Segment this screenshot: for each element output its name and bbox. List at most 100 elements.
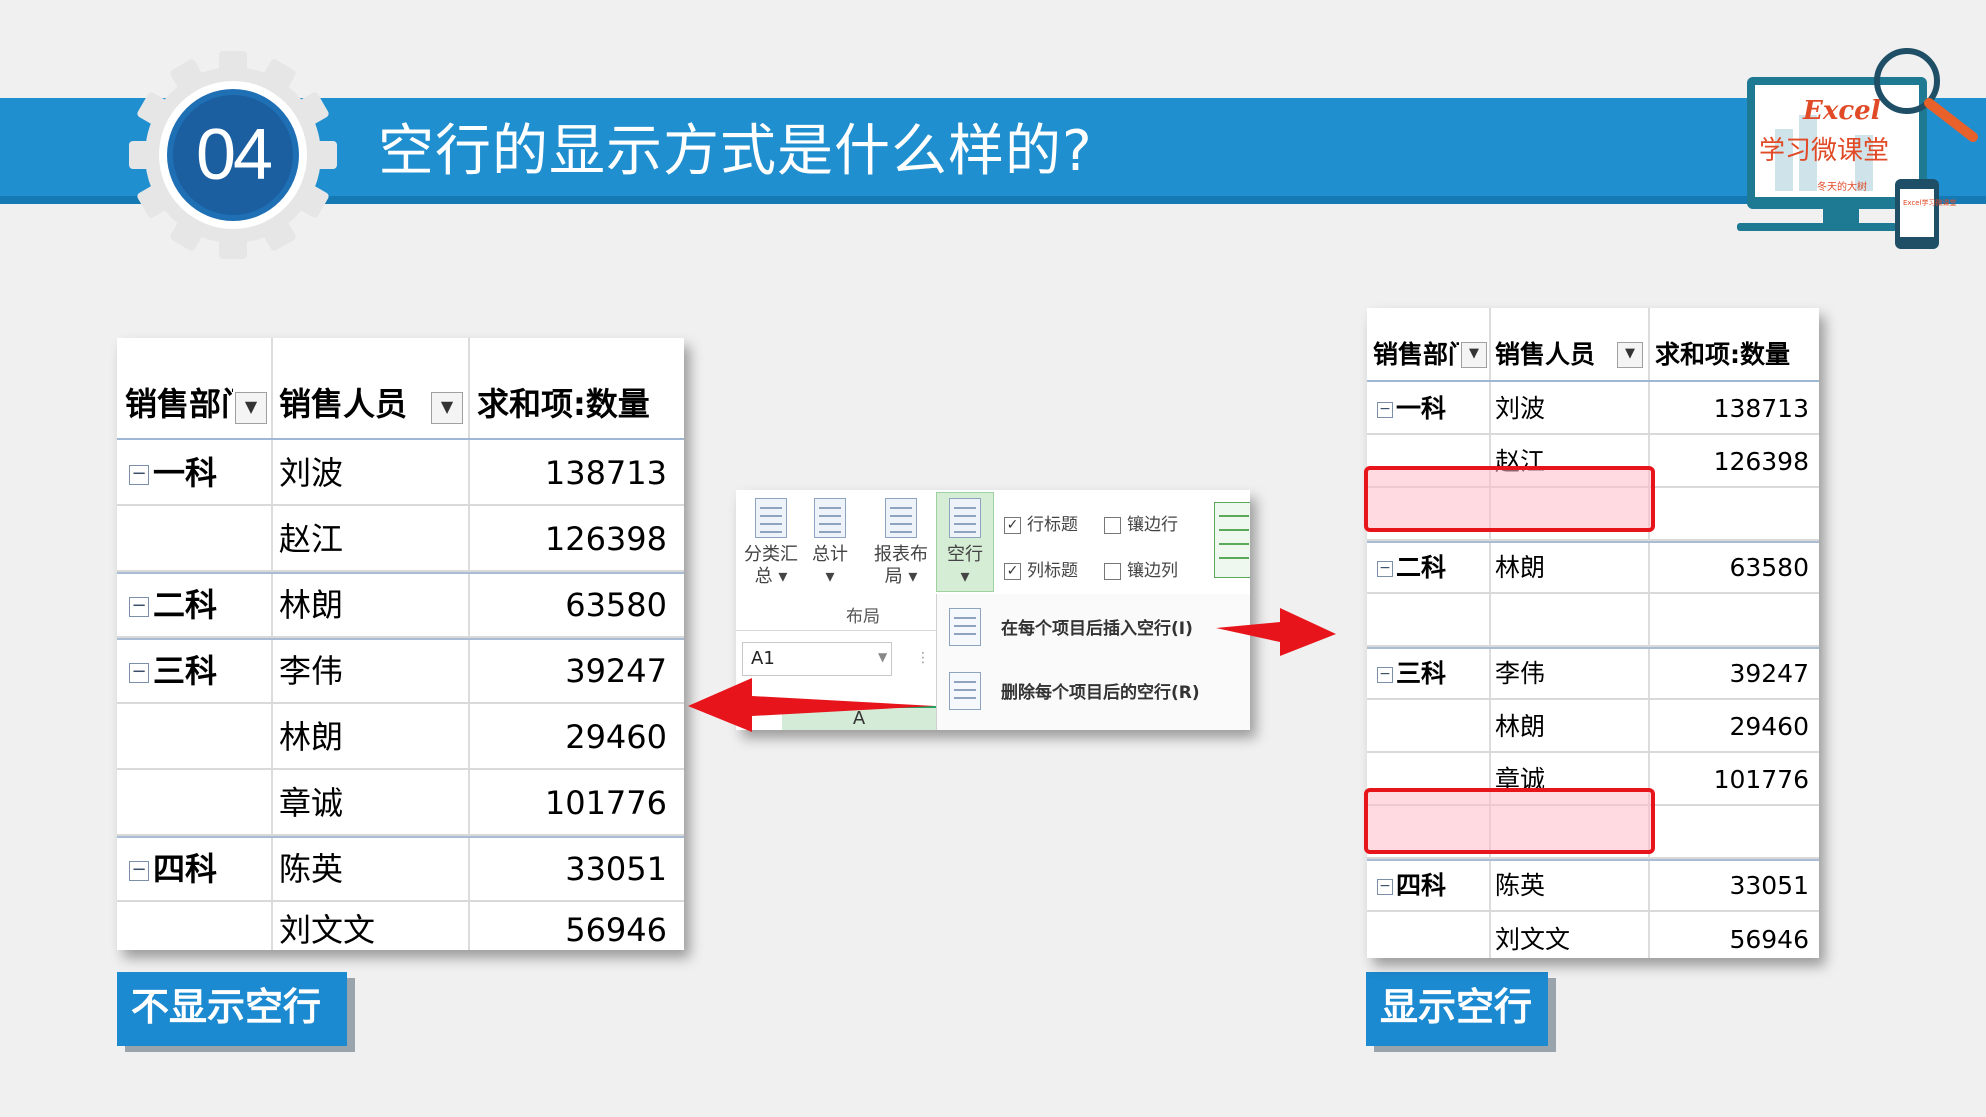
qty-cell[interactable]: 138713 — [1657, 382, 1809, 433]
dept-cell[interactable]: − 三科 — [1377, 649, 1487, 698]
qty-cell[interactable]: 33051 — [477, 838, 667, 900]
person-cell[interactable]: 陈英 — [1495, 861, 1645, 910]
remove-blank-line-icon — [949, 672, 981, 710]
person-cell[interactable]: 陈英 — [279, 838, 459, 900]
dept-cell[interactable] — [129, 704, 269, 768]
person-cell[interactable]: 林朗 — [1495, 543, 1645, 592]
row-headers-checkbox[interactable]: ✓ 行标题 — [1004, 510, 1078, 535]
person-cell[interactable]: 林朗 — [279, 704, 459, 768]
dept-cell[interactable]: − 四科 — [1377, 861, 1487, 910]
collapse-icon[interactable]: − — [1377, 561, 1393, 577]
dept-cell[interactable]: − 四科 — [129, 838, 269, 900]
qty-cell[interactable]: 101776 — [1657, 753, 1809, 804]
qty-cell[interactable]: 126398 — [1657, 435, 1809, 486]
person-filter-button[interactable]: ▼ — [1617, 342, 1643, 368]
blank-rows-icon — [949, 498, 981, 538]
header-qty: 求和项:数量 — [1655, 340, 1790, 369]
qty-cell[interactable] — [1657, 488, 1809, 539]
qty-cell[interactable] — [1657, 594, 1809, 645]
person-filter-button[interactable]: ▼ — [431, 392, 463, 424]
qty-cell[interactable]: 63580 — [1657, 543, 1809, 592]
person-cell[interactable]: 刘文文 — [279, 902, 459, 950]
table-row: − 四科 陈英 33051 — [117, 836, 684, 902]
table-header: 销售部门 ▼ 销售人员 ▼ 求和项:数量 — [117, 368, 684, 440]
header-person: 销售人员 — [279, 385, 408, 423]
person-cell[interactable]: 李伟 — [1495, 649, 1645, 698]
person-cell[interactable]: 刘波 — [279, 440, 459, 504]
person-cell[interactable]: 刘文文 — [1495, 912, 1645, 958]
checkbox-empty-icon — [1104, 516, 1121, 534]
dept-cell[interactable]: − 一科 — [1377, 382, 1487, 433]
table-row: − 二科 林朗 63580 — [117, 572, 684, 638]
column-header-a[interactable]: A — [782, 706, 936, 730]
person-cell[interactable]: 林朗 — [279, 574, 459, 636]
grand-totals-button[interactable]: 总计 ▾ — [802, 498, 858, 588]
grand-totals-label: 总计 — [812, 544, 848, 565]
table-row: 刘文文 56946 — [117, 902, 684, 950]
banded-rows-checkbox[interactable]: 镶边行 — [1104, 510, 1178, 535]
qty-cell[interactable]: 39247 — [477, 640, 667, 702]
qty-cell[interactable]: 101776 — [477, 770, 667, 834]
excel-logo: Excel 学习微课堂 冬天的大树 Excel学习微课堂 — [1735, 45, 1985, 255]
table-row: − 一科 刘波 138713 — [1367, 382, 1819, 435]
qty-cell[interactable]: 29460 — [477, 704, 667, 768]
dept-cell[interactable] — [1377, 912, 1487, 958]
person-cell[interactable]: 刘波 — [1495, 382, 1645, 433]
blank-row-highlight — [1364, 466, 1655, 532]
collapse-icon[interactable]: − — [129, 861, 149, 881]
dept-cell[interactable] — [129, 770, 269, 834]
person-cell[interactable]: 赵江 — [279, 506, 459, 570]
report-layout-icon — [885, 498, 917, 538]
header-person: 销售人员 — [1495, 340, 1596, 369]
collapse-icon[interactable]: − — [1377, 667, 1393, 683]
report-layout-button[interactable]: 报表布 局 ▾ — [868, 498, 934, 588]
dept-filter-button[interactable]: ▼ — [1461, 342, 1487, 368]
table-header: 销售部门 ▼ 销售人员 ▼ 求和项:数量 — [1367, 328, 1819, 382]
qty-cell[interactable]: 29460 — [1657, 700, 1809, 751]
qty-cell[interactable]: 126398 — [477, 506, 667, 570]
table-row: − 三科 李伟 39247 — [1367, 647, 1819, 700]
pivot-style-thumbnail[interactable] — [1214, 502, 1250, 578]
logo-text-sub: 冬天的大树 — [1817, 180, 1867, 193]
dept-cell[interactable]: − 二科 — [1377, 543, 1487, 592]
banded-columns-checkbox[interactable]: 镶边列 — [1104, 556, 1178, 581]
collapse-icon[interactable]: − — [1377, 879, 1393, 895]
table-row: − 二科 林朗 63580 — [1367, 541, 1819, 594]
qty-cell[interactable]: 56946 — [1657, 912, 1809, 958]
collapse-icon[interactable]: − — [129, 663, 149, 683]
collapse-icon[interactable]: − — [1377, 402, 1393, 418]
dept-cell[interactable]: − 二科 — [129, 574, 269, 636]
column-headers-checkbox[interactable]: ✓ 列标题 — [1004, 556, 1078, 581]
layout-group-label: 布局 — [846, 607, 880, 627]
collapse-icon[interactable]: − — [129, 597, 149, 617]
checkmark-icon: ✓ — [1004, 516, 1021, 534]
qty-cell[interactable]: 33051 — [1657, 861, 1809, 910]
qty-cell[interactable]: 39247 — [1657, 649, 1809, 698]
qty-cell[interactable]: 63580 — [477, 574, 667, 636]
dept-cell[interactable] — [129, 506, 269, 570]
person-cell[interactable] — [1495, 594, 1645, 645]
ribbon-separator — [736, 630, 936, 631]
qty-cell[interactable] — [1657, 806, 1809, 857]
table-row: 刘文文 56946 — [1367, 912, 1819, 958]
name-box[interactable]: A1 — [742, 642, 892, 676]
dept-cell[interactable] — [129, 902, 269, 950]
dept-cell[interactable] — [1377, 700, 1487, 751]
collapse-icon[interactable]: − — [129, 465, 149, 485]
dept-filter-button[interactable]: ▼ — [235, 392, 267, 424]
person-cell[interactable]: 林朗 — [1495, 700, 1645, 751]
person-cell[interactable]: 李伟 — [279, 640, 459, 702]
table-row: − 一科 刘波 138713 — [117, 440, 684, 506]
dept-cell[interactable]: − 三科 — [129, 640, 269, 702]
dept-cell[interactable]: − 一科 — [129, 440, 269, 504]
menu-item-insert-blank-line[interactable]: 在每个项目后插入空行(I) — [937, 594, 1250, 658]
blank-rows-dropdown-icon: ▾ — [960, 566, 970, 587]
blank-rows-button[interactable]: 空行 ▾ — [936, 498, 994, 588]
menu-item-remove-blank-line[interactable]: 删除每个项目后的空行(R) — [937, 658, 1250, 722]
chevron-down-icon[interactable]: ▼ — [878, 650, 887, 664]
subtotals-button[interactable]: 分类汇 总 ▾ — [738, 498, 804, 588]
qty-cell[interactable]: 138713 — [477, 440, 667, 504]
person-cell[interactable]: 章诚 — [279, 770, 459, 834]
dept-cell[interactable] — [1377, 594, 1487, 645]
qty-cell[interactable]: 56946 — [477, 902, 667, 950]
